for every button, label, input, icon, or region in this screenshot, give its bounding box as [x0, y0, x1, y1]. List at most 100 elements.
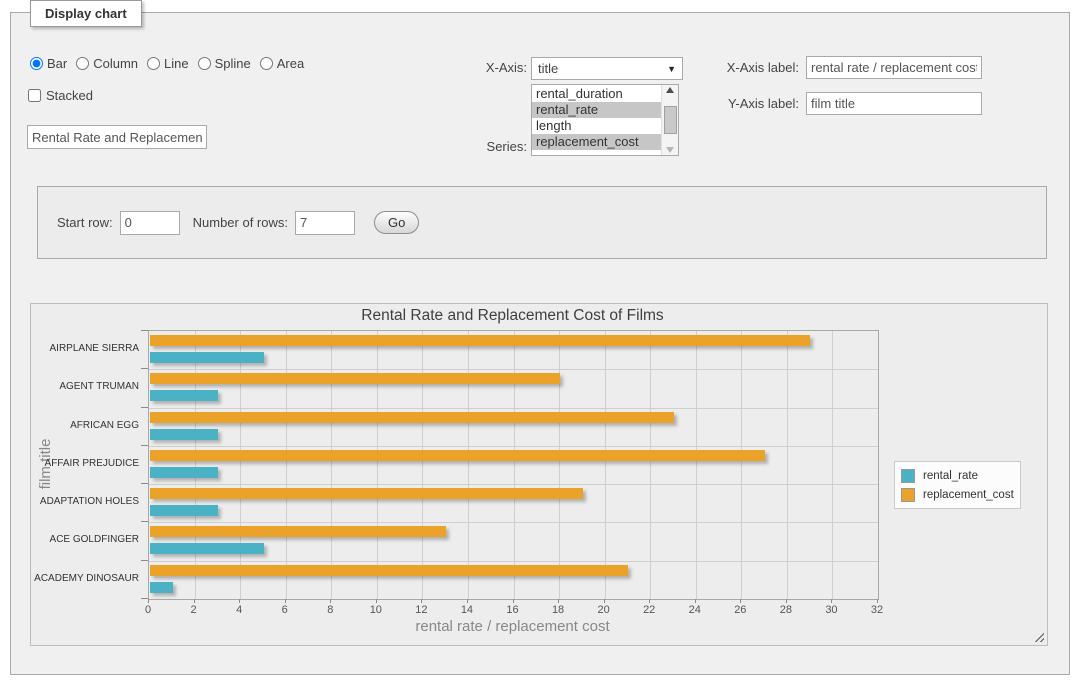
x-tick-mark — [740, 599, 741, 603]
go-button[interactable]: Go — [374, 211, 419, 234]
x-tick-mark — [330, 599, 331, 603]
y-axis-label-input[interactable] — [806, 92, 982, 115]
bar-rental_rate — [150, 582, 173, 593]
chart-type-line[interactable]: Line — [147, 56, 189, 71]
x-axis-label: X-Axis: — [427, 60, 527, 75]
gridline-horizontal — [149, 369, 878, 370]
x-tick-label: 24 — [675, 604, 715, 616]
y-tick-mark — [141, 521, 148, 522]
y-tick-mark — [141, 368, 148, 369]
category-label: ADAPTATION HOLES — [31, 483, 139, 521]
gridline-vertical — [696, 331, 697, 599]
plot-area — [148, 330, 879, 600]
x-tick-label: 30 — [811, 604, 851, 616]
chart-type-area[interactable]: Area — [260, 56, 304, 71]
y-tick-mark — [141, 560, 148, 561]
chart-title-input[interactable] — [27, 125, 207, 149]
scroll-up-icon[interactable] — [666, 87, 674, 93]
x-tick-mark — [148, 599, 149, 603]
chart-type-radio-area[interactable] — [260, 57, 273, 70]
chart-title: Rental Rate and Replacement Cost of Film… — [148, 307, 877, 325]
x-tick-mark — [831, 599, 832, 603]
chart-type-radio-spline[interactable] — [198, 57, 211, 70]
gridline-horizontal — [149, 522, 878, 523]
y-tick-mark — [141, 445, 148, 446]
bar-replacement_cost — [150, 488, 583, 499]
x-tick-label: 6 — [265, 604, 305, 616]
chevron-down-icon: ▼ — [667, 64, 676, 74]
gridline-horizontal — [149, 446, 878, 447]
stacked-checkbox[interactable] — [28, 89, 41, 102]
resize-handle-icon[interactable] — [1032, 630, 1044, 642]
chart-type-label-column: Column — [93, 56, 138, 71]
chart-type-group: Bar Column Line Spline Area — [30, 56, 313, 71]
scroll-down-icon[interactable] — [666, 147, 674, 153]
chart-type-label-spline: Spline — [215, 56, 251, 71]
chart-type-spline[interactable]: Spline — [198, 56, 251, 71]
bar-rental_rate — [150, 543, 264, 554]
x-tick-label: 14 — [447, 604, 487, 616]
y-tick-mark — [141, 483, 148, 484]
series-options: rental_duration rental_rate length repla… — [532, 85, 661, 155]
x-tick-mark — [604, 599, 605, 603]
series-option-rental-duration[interactable]: rental_duration — [532, 86, 661, 102]
series-option-rental-rate[interactable]: rental_rate — [532, 102, 661, 118]
legend-label: rental_rate — [923, 470, 978, 482]
legend-label: replacement_cost — [923, 489, 1014, 501]
y-axis-label-label: Y-Axis label: — [699, 96, 799, 111]
num-rows-label: Number of rows: — [193, 215, 288, 230]
start-row-input[interactable] — [120, 211, 180, 235]
series-option-length[interactable]: length — [532, 118, 661, 134]
series-scrollbar[interactable] — [661, 85, 678, 155]
num-rows-input[interactable] — [295, 211, 355, 235]
gridline-horizontal — [149, 408, 878, 409]
x-tick-label: 20 — [584, 604, 624, 616]
category-label: AFRICAN EGG — [31, 407, 139, 445]
x-tick-label: 26 — [720, 604, 760, 616]
chart-type-radio-column[interactable] — [76, 57, 89, 70]
x-tick-mark — [194, 599, 195, 603]
x-tick-label: 32 — [857, 604, 897, 616]
x-tick-mark — [695, 599, 696, 603]
x-axis-select[interactable]: title ▼ — [531, 57, 683, 80]
category-label: AIRPLANE SIERRA — [31, 330, 139, 368]
chart-container: Rental Rate and Replacement Cost of Film… — [30, 303, 1048, 646]
chart-legend: rental_rate replacement_cost — [894, 461, 1021, 509]
bar-replacement_cost — [150, 412, 674, 423]
x-tick-label: 10 — [356, 604, 396, 616]
gridline-vertical — [195, 331, 196, 599]
legend-swatch-icon — [901, 469, 915, 483]
bar-replacement_cost — [150, 450, 765, 461]
x-tick-mark — [376, 599, 377, 603]
row-range-toolbar: Start row: Number of rows: Go — [37, 186, 1047, 259]
legend-item: replacement_cost — [901, 485, 1014, 504]
x-tick-mark — [467, 599, 468, 603]
scrollbar-thumb[interactable] — [664, 106, 677, 134]
x-tick-mark — [558, 599, 559, 603]
x-axis-label-input[interactable] — [806, 56, 982, 79]
chart-type-radio-line[interactable] — [147, 57, 160, 70]
chart-type-bar[interactable]: Bar — [30, 56, 67, 71]
stacked-option[interactable]: Stacked — [28, 88, 93, 103]
bar-replacement_cost — [150, 373, 560, 384]
gridline-vertical — [605, 331, 606, 599]
gridline-vertical — [286, 331, 287, 599]
x-tick-label: 2 — [174, 604, 214, 616]
bar-rental_rate — [150, 352, 264, 363]
x-tick-mark — [649, 599, 650, 603]
gridline-vertical — [468, 331, 469, 599]
stacked-label: Stacked — [46, 88, 93, 103]
display-chart-panel: Display chart Bar Column Line Spline Are… — [10, 12, 1070, 675]
bar-rental_rate — [150, 390, 218, 401]
panel-title: Display chart — [30, 0, 142, 27]
x-tick-label: 8 — [310, 604, 350, 616]
chart-type-radio-bar[interactable] — [30, 57, 43, 70]
category-label: ACADEMY DINOSAUR — [31, 560, 139, 598]
series-select[interactable]: rental_duration rental_rate length repla… — [531, 84, 679, 156]
bar-replacement_cost — [150, 565, 628, 576]
gridline-vertical — [240, 331, 241, 599]
chart-type-column[interactable]: Column — [76, 56, 138, 71]
series-label: Series: — [427, 139, 527, 154]
series-option-replacement-cost[interactable]: replacement_cost — [532, 134, 661, 150]
gridline-vertical — [559, 331, 560, 599]
